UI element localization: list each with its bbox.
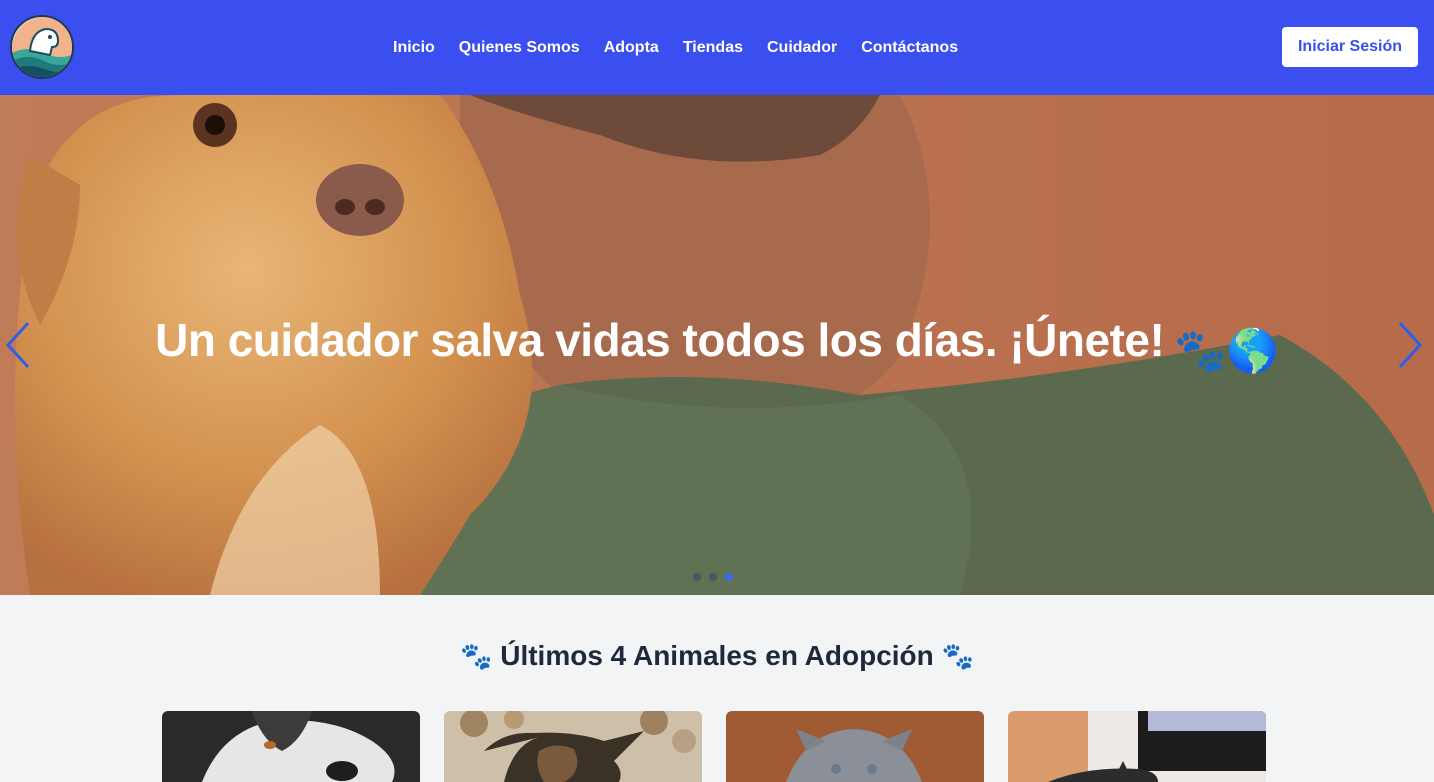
login-button[interactable]: Iniciar Sesión [1282, 27, 1418, 67]
adoption-card-4[interactable] [1008, 711, 1266, 782]
section-title: 🐾 Últimos 4 Animales en Adopción 🐾 [0, 640, 1434, 672]
hero-carousel: Un cuidador salva vidas todos los días. … [0, 95, 1434, 595]
paw-emoji-right: 🐾 [941, 641, 974, 671]
nav-link-cuidador[interactable]: Cuidador [767, 39, 837, 57]
nav-link-inicio[interactable]: Inicio [393, 39, 435, 57]
husky-dog-photo [162, 711, 420, 782]
adoption-card-3[interactable] [726, 711, 984, 782]
chevron-right-icon [1398, 321, 1423, 369]
adoption-card-2[interactable] [444, 711, 702, 782]
carousel-indicator-3[interactable] [725, 573, 733, 581]
gray-kitten-photo [726, 711, 984, 782]
chevron-left-icon [5, 321, 30, 369]
cat-at-computer-photo [1008, 711, 1266, 782]
carousel-indicator-1[interactable] [693, 573, 701, 581]
hero-caption: Un cuidador salva vidas todos los días. … [0, 313, 1434, 376]
carousel-indicator-2[interactable] [709, 573, 717, 581]
section-title-text: Últimos 4 Animales en Adopción [500, 640, 934, 671]
puppy-photo [444, 711, 702, 782]
carousel-next-button[interactable] [1394, 315, 1434, 375]
adoption-card-1[interactable] [162, 711, 420, 782]
nav-link-tiendas[interactable]: Tiendas [683, 39, 743, 57]
adoption-cards [162, 711, 1266, 782]
nav-link-contactanos[interactable]: Contáctanos [861, 39, 958, 57]
logo-icon[interactable] [10, 15, 74, 79]
hero-caption-text: Un cuidador salva vidas todos los días. … [155, 314, 1165, 366]
paw-emoji-left: 🐾 [460, 641, 493, 671]
paw-globe-emoji: 🐾🌎 [1174, 327, 1279, 375]
carousel-indicators [693, 573, 733, 581]
nav-link-adopta[interactable]: Adopta [604, 39, 659, 57]
main-nav: Inicio Quienes Somos Adopta Tiendas Cuid… [393, 0, 958, 95]
nav-link-quienes-somos[interactable]: Quienes Somos [459, 39, 580, 57]
carousel-prev-button[interactable] [0, 315, 40, 375]
navbar: Inicio Quienes Somos Adopta Tiendas Cuid… [0, 0, 1434, 95]
